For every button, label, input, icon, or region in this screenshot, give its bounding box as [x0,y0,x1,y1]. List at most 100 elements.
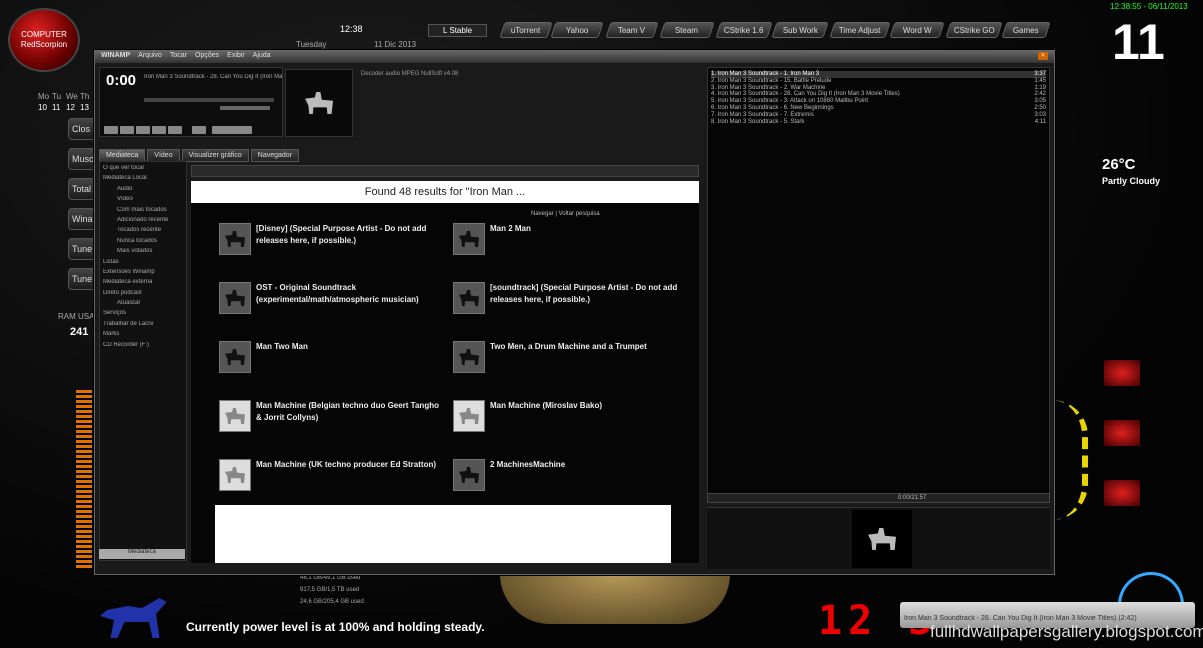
tree-item[interactable]: Marks [103,331,183,341]
volume-slider[interactable] [220,106,270,110]
side-launcher-tab[interactable]: Tune [68,238,96,260]
top-launcher-button[interactable]: Time Adjust [829,22,891,38]
app-logo[interactable]: COMPUTER RedScorpion [8,8,80,72]
tree-item[interactable]: O que ver tocar [103,165,183,175]
result-item[interactable]: Man Two Man [219,341,449,381]
tree-item[interactable]: Adicionado recente [103,217,183,227]
menu-item[interactable]: Exibir [227,52,245,62]
tree-item[interactable]: Serviços [103,310,183,320]
result-item[interactable]: [soundtrack] (Special Purpose Artist - D… [453,282,683,322]
playlist-row[interactable]: 5. Iron Man 3 Soundtrack - 3. Attack on … [711,98,1046,105]
top-launcher-button[interactable]: Word W [889,22,945,38]
menu-item[interactable]: Tocar [170,52,187,62]
close-icon[interactable]: ✕ [1038,52,1048,60]
playlist-row[interactable]: 7. Iron Man 3 Soundtrack - 7. Extremis 3:… [711,112,1046,119]
result-title[interactable]: Two Men, a Drum Machine and a Trumpet [490,341,680,353]
result-item[interactable]: OST - Original Soundtrack (experimental/… [219,282,449,322]
time-display: 0:00 [106,72,137,89]
result-item[interactable]: Man Machine (Miroslav Bako) [453,400,683,440]
tree-item[interactable]: Atualizar [103,300,183,310]
top-launcher-button[interactable]: Team V [605,22,659,38]
playlist-row[interactable]: 3. Iron Man 3 Soundtrack - 2. War Machin… [711,85,1046,92]
result-title[interactable]: [Disney] (Special Purpose Artist - Do no… [256,223,446,247]
tree-item[interactable]: CD Recorder (F:) [103,342,183,352]
top-launcher-button[interactable]: Games [1001,22,1051,38]
tree-item[interactable]: Tocados recente [103,227,183,237]
top-launcher-button[interactable]: Steam [659,22,715,38]
playlist-row[interactable]: 8. Iron Man 3 Soundtrack - 5. Stark 4:11 [711,119,1046,126]
result-title[interactable]: [soundtrack] (Special Purpose Artist - D… [490,282,680,306]
top-launcher-button[interactable]: Yahoo [550,22,604,38]
result-item[interactable]: Two Men, a Drum Machine and a Trumpet [453,341,683,381]
top-launcher-button[interactable]: uTorrent [499,22,553,38]
corner-clock: 12:38:55 - 06/11/2013 [1110,2,1188,11]
side-launcher-tab[interactable]: Total [68,178,96,200]
tree-item[interactable]: Áudio [103,186,183,196]
playlist-row[interactable]: 6. Iron Man 3 Soundtrack - 6. New Beginn… [711,105,1046,112]
side-launcher-tab[interactable]: Clos [68,118,96,140]
result-title[interactable]: Man 2 Man [490,223,680,235]
tree-item[interactable]: Mediateca externa [103,279,183,289]
result-item[interactable]: Man Machine (Belgian techno duo Geert Ta… [219,400,449,440]
library-button[interactable]: Mediateca [99,549,185,559]
menu-item[interactable]: Opções [195,52,219,62]
llama-icon [225,408,245,424]
result-title[interactable]: 2 MachinesMachine [490,459,680,471]
stop-button[interactable] [152,126,166,134]
top-player-label[interactable]: L Stable [428,24,488,37]
playlist-toolbar[interactable]: 0:00/21:57 [707,493,1050,503]
result-item[interactable]: [Disney] (Special Purpose Artist - Do no… [219,223,449,263]
llama-icon [459,290,479,306]
play-button[interactable] [120,126,134,134]
tree-item[interactable]: Vídeo [103,196,183,206]
results-links[interactable]: Navegar | Voltar pesquisa [531,211,600,217]
tab-visualizer[interactable]: Visualizer gráfico [181,149,249,162]
side-launcher-tab[interactable]: Muso [68,148,96,170]
tree-item[interactable]: Direto podcast [103,290,183,300]
result-title[interactable]: Man Machine (Miroslav Bako) [490,400,680,412]
result-item[interactable]: 2 MachinesMachine [453,459,683,499]
winamp-window[interactable]: WINAMP Arquivo Tocar Opções Exibir Ajuda… [94,50,1055,575]
playlist-track-title: 3. Iron Man 3 Soundtrack - 2. War Machin… [711,84,826,91]
tree-item[interactable]: Nunca tocados [103,238,183,248]
winamp-titlebar[interactable]: WINAMP Arquivo Tocar Opções Exibir Ajuda… [95,51,1054,63]
calendar-day-number[interactable]: 13 [80,103,89,112]
top-launcher-button[interactable]: Sub Work [771,22,829,38]
prev-button[interactable] [104,126,118,134]
playlist-track-title: 7. Iron Man 3 Soundtrack - 7. Extremis [711,111,814,118]
tree-item[interactable]: Listas [103,259,183,269]
pause-button[interactable] [136,126,150,134]
playlist-row[interactable]: 4. Iron Man 3 Soundtrack - 28. Can You D… [711,91,1046,98]
playlist-row[interactable]: 1. Iron Man 3 Soundtrack - 1. Iron Man 3… [711,71,1046,78]
tree-item[interactable]: Mais votados [103,248,183,258]
playlist-track-duration: 1:45 [1034,77,1046,84]
side-launcher-tab[interactable]: Wina [68,208,96,230]
calendar-day-number[interactable]: 10 [38,103,47,112]
tree-item[interactable]: Extensões Winamp [103,269,183,279]
tree-item[interactable]: Com mais tocados [103,207,183,217]
calendar-day-number[interactable]: 11 [52,103,60,112]
eject-button[interactable] [192,126,206,134]
result-title[interactable]: Man Two Man [256,341,446,353]
playlist-row[interactable]: 2. Iron Man 3 Soundtrack - 15. Battle Pr… [711,78,1046,85]
result-item[interactable]: Man 2 Man [453,223,683,263]
top-launcher-label: Steam [675,25,699,35]
menu-item[interactable]: Ajuda [253,52,271,62]
result-thumbnail-icon [453,282,485,314]
result-title[interactable]: OST - Original Soundtrack (experimental/… [256,282,446,306]
result-item[interactable]: Man Machine (UK techno producer Ed Strat… [219,459,449,499]
next-button[interactable] [168,126,182,134]
tree-item[interactable]: Trabalhar de Lacre [103,321,183,331]
side-launcher-tab[interactable]: Tune [68,268,96,290]
result-title[interactable]: Man Machine (Belgian techno duo Geert Ta… [256,400,446,424]
result-title[interactable]: Man Machine (UK techno producer Ed Strat… [256,459,446,471]
tab-navegador[interactable]: Navegador [250,149,300,162]
calendar-day-number[interactable]: 12 [66,103,75,112]
shuffle-button[interactable] [212,126,252,134]
top-launcher-button[interactable]: CStrike 1.6 [715,22,773,38]
browser-toolbar[interactable] [191,165,699,177]
seek-bar[interactable] [144,98,274,102]
top-launcher-button[interactable]: CStrike GO [945,22,1003,38]
menu-item[interactable]: Arquivo [138,52,162,62]
tree-item[interactable]: Mediateca Local [103,175,183,185]
